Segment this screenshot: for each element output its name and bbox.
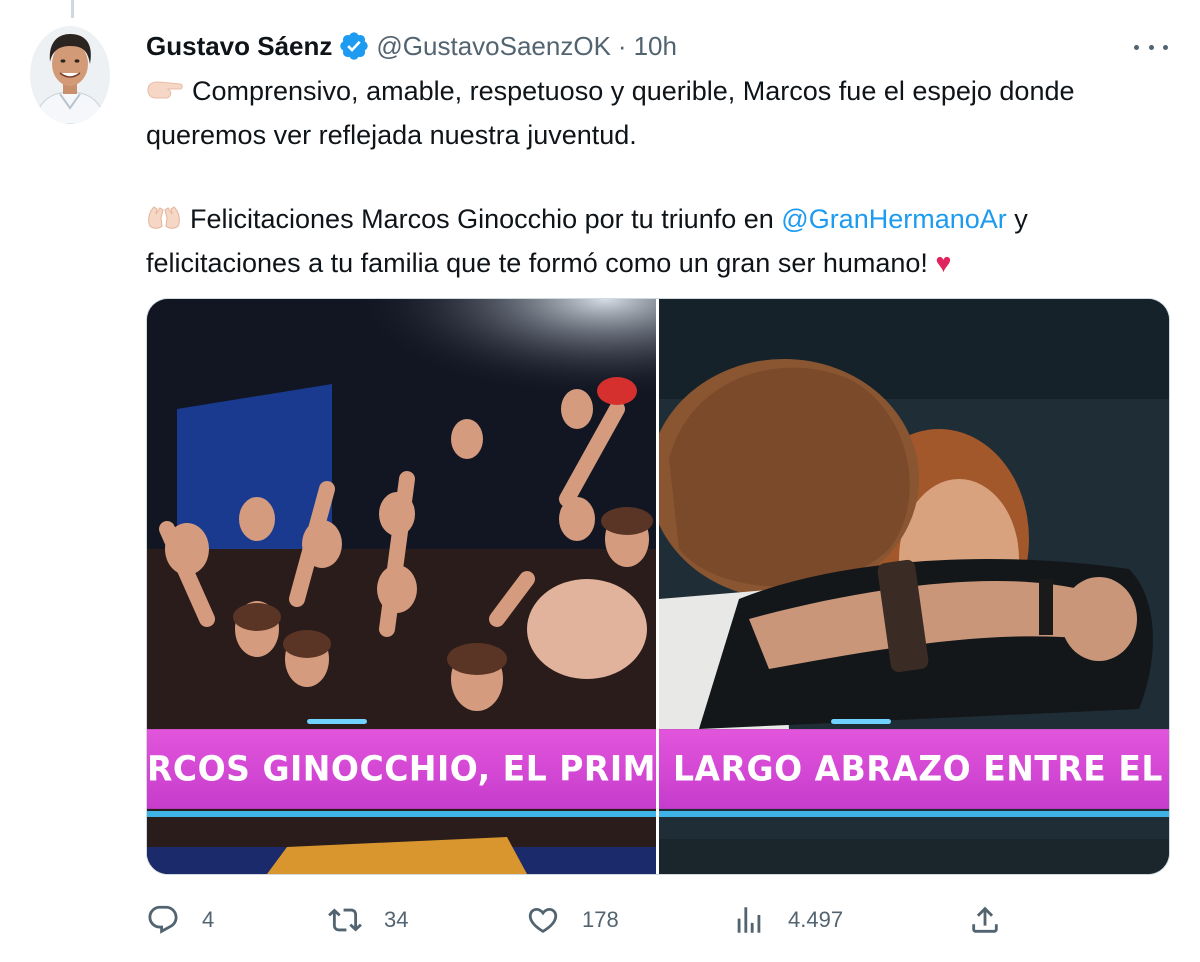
paragraph-2-start: Felicitaciones Marcos Ginocchio por tu t… [190,203,782,234]
retweet-count: 34 [384,907,409,932]
more-options-icon[interactable] [1134,34,1168,60]
right-banner-underline [659,811,1169,817]
tweet-paragraph-1: Comprensivo, amable, respetuoso y querib… [146,70,1176,156]
share-icon [972,906,998,933]
right-news-banner: LARGO ABRAZO ENTRE EL PRIMO Y M [659,729,1169,809]
avatar-image [30,26,110,124]
pointing-right-icon [146,72,184,114]
left-banner-underline [147,811,656,817]
reply-icon [148,905,178,934]
verified-badge-icon[interactable] [338,30,370,62]
left-media-indicator [307,719,367,724]
retweet-button[interactable]: 34 [328,896,408,944]
clapping-hands-icon [146,200,182,242]
header-separator: · [617,30,627,61]
left-news-banner: RCOS GINOCCHIO, EL PRIMO, ES EL GANA [147,729,656,809]
tweet-header: Gustavo Sáenz @GustavoSaenzOK · 10h [146,29,677,63]
tweet-paragraph-2: Felicitaciones Marcos Ginocchio por tu t… [146,198,1176,284]
tweet-actions: 4 34 178 4.497 [146,896,1176,944]
views-count: 4.497 [788,907,844,932]
reply-button[interactable]: 4 [146,896,214,944]
tweet-text: Comprensivo, amable, respetuoso y querib… [146,70,1176,284]
right-media-indicator [831,719,891,724]
author-name[interactable]: Gustavo Sáenz [146,31,332,62]
thread-connector-line [71,0,74,18]
media-image-right[interactable]: LARGO ABRAZO ENTRE EL PRIMO Y M [659,299,1169,874]
avatar[interactable] [30,26,110,124]
like-button[interactable]: 178 [526,896,619,944]
media-image-left[interactable]: RCOS GINOCCHIO, EL PRIMO, ES EL GANA [147,299,656,874]
heart-icon [528,907,558,933]
mention-link[interactable]: @GranHermanoAr [781,204,1006,234]
paragraph-1-text: Comprensivo, amable, respetuoso y querib… [146,76,1075,150]
views-button[interactable]: 4.497 [732,896,843,944]
author-handle[interactable]: @GustavoSaenzOK [376,31,611,62]
media-divider [656,299,659,874]
tweet-media[interactable]: RCOS GINOCCHIO, EL PRIMO, ES EL GANA LAR… [146,298,1170,875]
tweet-timestamp[interactable]: 10h [634,31,677,62]
like-count: 178 [582,907,619,932]
reply-count: 4 [202,907,215,932]
heart-emoji-icon: ♥ [935,247,952,278]
retweet-icon [328,908,362,932]
share-button[interactable] [968,896,1024,944]
views-chart-icon [737,907,761,933]
